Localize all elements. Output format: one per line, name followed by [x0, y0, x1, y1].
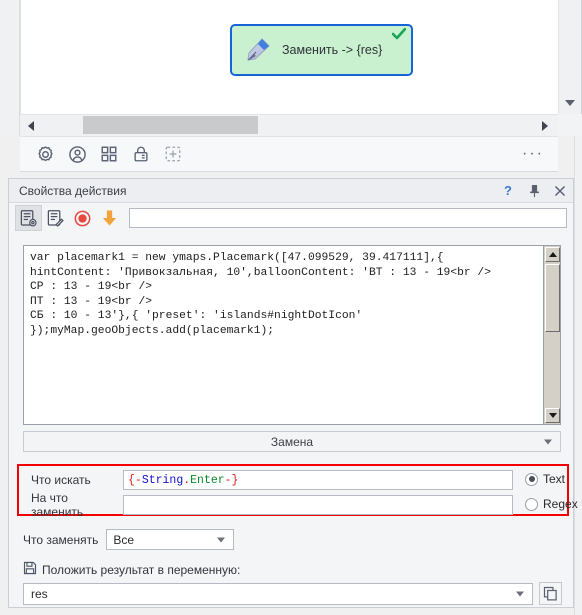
replace-scope-select[interactable]: Все: [106, 529, 235, 550]
scroll-down-arrow-icon[interactable]: [545, 408, 560, 423]
operation-mode-value: Замена: [270, 434, 314, 449]
action-edit-icon[interactable]: [42, 205, 69, 231]
replace-scope-row: Что заменять Все: [23, 529, 235, 550]
radio-text[interactable]: Text: [525, 472, 565, 486]
radio-regex[interactable]: Regex: [525, 497, 578, 511]
canvas-surface[interactable]: Заменить -> {res}: [20, 0, 558, 114]
arrow-left-icon[interactable]: [28, 120, 34, 131]
canvas-horizontal-scrollbar[interactable]: [20, 114, 558, 136]
help-button[interactable]: ?: [495, 180, 521, 202]
code-scroll-thumb[interactable]: [545, 264, 560, 332]
search-input[interactable]: {-String.Enter-}: [123, 470, 513, 490]
canvas-icon-toolbar: ···: [20, 136, 558, 172]
page-title: Свойства действия: [19, 183, 127, 198]
user-account-icon[interactable]: [62, 139, 92, 169]
code-editor-content[interactable]: var placemark1 = new ymaps.Placemark([47…: [24, 246, 543, 424]
code-editor[interactable]: var placemark1 = new ymaps.Placemark([47…: [23, 245, 561, 425]
arrow-down-icon[interactable]: [565, 100, 575, 106]
result-variable-row: Положить результат в переменную:: [23, 561, 240, 578]
result-variable-input-row: res: [23, 582, 562, 605]
settings-gear-icon[interactable]: [30, 139, 60, 169]
action-toolbar: [9, 203, 573, 233]
properties-panel-header: Свойства действия ?: [9, 179, 573, 203]
operation-mode-select[interactable]: Замена: [23, 431, 561, 452]
result-variable-value: res: [31, 586, 48, 601]
replace-input[interactable]: [123, 495, 513, 515]
action-name-input[interactable]: [129, 208, 567, 228]
close-button[interactable]: [547, 180, 573, 202]
canvas-left-gutter: [0, 0, 20, 136]
replace-field-row: На что заменить: [19, 491, 513, 519]
window-vertical-scrollbar[interactable]: [574, 136, 582, 615]
search-replace-group: Что искать {-String.Enter-} На что замен…: [17, 464, 578, 519]
replace-scope-label: Что заменять: [23, 532, 99, 547]
chevron-down-icon: [217, 537, 226, 542]
scroll-up-arrow-icon[interactable]: [545, 247, 560, 262]
action-properties-panel: Свойства действия ? var placemark1 = new…: [8, 178, 578, 608]
action-properties-icon[interactable]: [15, 205, 42, 231]
flow-canvas-area: Заменить -> {res}: [0, 0, 582, 136]
save-disk-icon: [23, 561, 37, 578]
code-editor-scrollbar[interactable]: [543, 246, 560, 424]
add-plus-icon[interactable]: [158, 139, 188, 169]
pen-nib-icon: [240, 33, 274, 67]
insert-down-arrow-icon[interactable]: [96, 205, 123, 231]
result-variable-select[interactable]: res: [23, 582, 533, 605]
check-mark-icon: [391, 27, 407, 42]
chevron-down-icon: [516, 591, 524, 596]
copy-icon[interactable]: [539, 582, 562, 605]
radio-regex-label: Regex: [543, 497, 578, 511]
toolbar-overflow-button[interactable]: ···: [522, 146, 544, 162]
search-field-label: Что искать: [31, 473, 91, 487]
grid-apps-icon[interactable]: [94, 139, 124, 169]
pin-button[interactable]: [521, 180, 547, 202]
lock-icon[interactable]: [126, 139, 156, 169]
arrow-right-icon[interactable]: [542, 120, 548, 131]
canvas-vertical-scrollbar[interactable]: [558, 0, 582, 114]
search-input-value: {-String.Enter-}: [128, 473, 239, 487]
record-icon[interactable]: [69, 205, 96, 231]
replace-scope-value: Все: [113, 532, 135, 547]
flow-node-replace[interactable]: Заменить -> {res}: [230, 24, 413, 76]
radio-dot-text-icon[interactable]: [525, 472, 538, 486]
hscroll-thumb[interactable]: [83, 116, 258, 134]
result-variable-label: Положить результат в переменную:: [42, 562, 241, 577]
radio-dot-regex-icon[interactable]: [525, 497, 538, 511]
flow-node-label: Заменить -> {res}: [282, 43, 383, 57]
search-field-row: Что искать {-String.Enter-}: [19, 469, 513, 491]
replace-field-label: На что заменить: [31, 491, 84, 519]
radio-text-label: Text: [543, 472, 566, 486]
chevron-down-icon: [544, 439, 552, 444]
